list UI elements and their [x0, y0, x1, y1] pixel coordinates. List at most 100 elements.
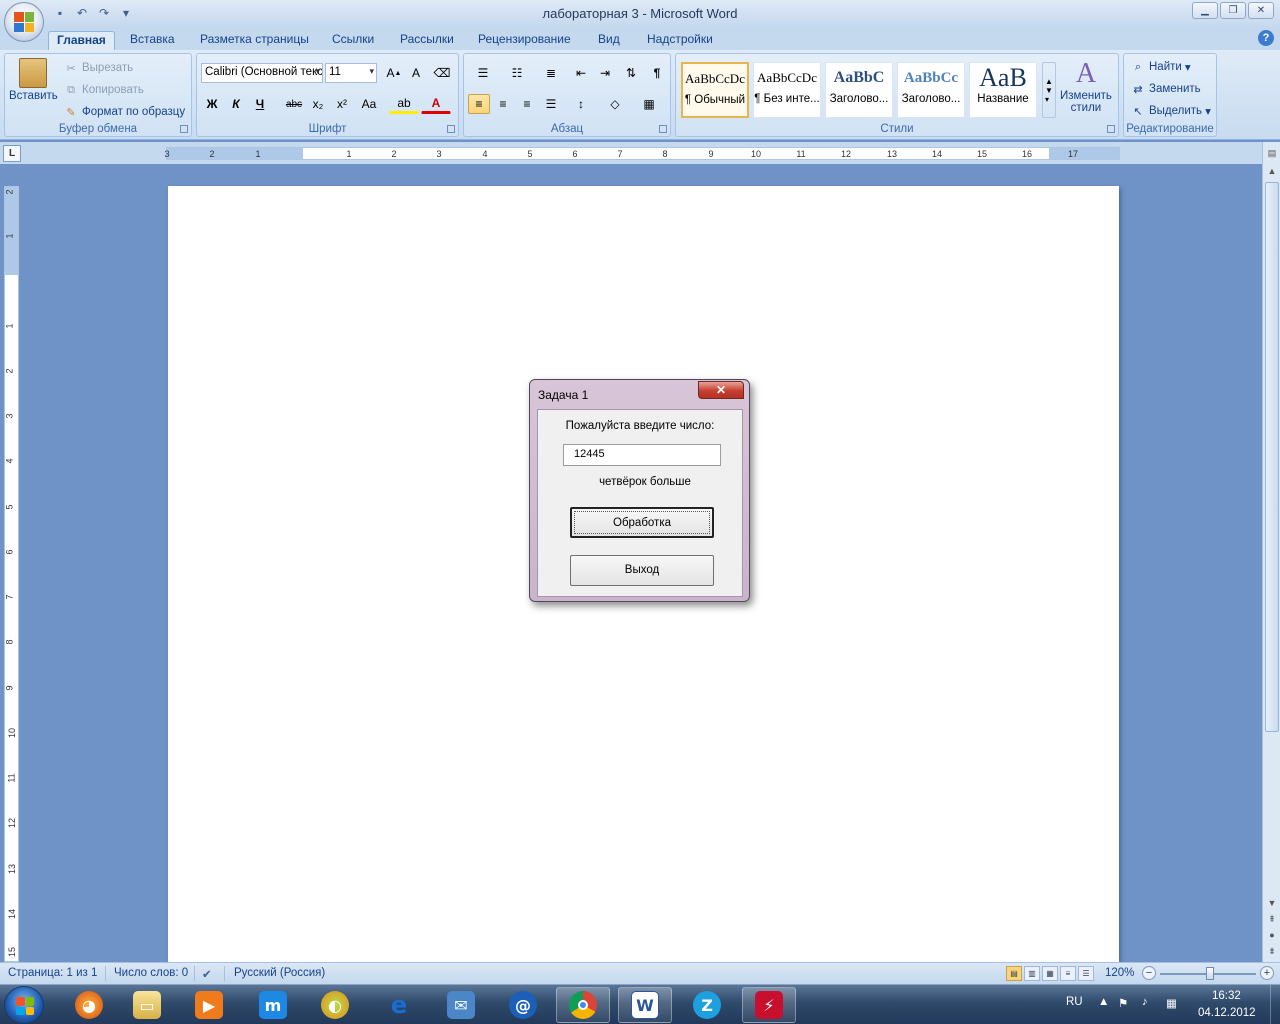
full-screen-reading-icon[interactable]: ▥ [1024, 966, 1040, 981]
taskbar-z-app[interactable]: Z [680, 987, 734, 1023]
show-desktop-button[interactable] [1270, 985, 1280, 1024]
style-normal[interactable]: AaBbCcDc ¶ Обычный [681, 62, 749, 118]
draft-icon[interactable]: ☰ [1078, 966, 1094, 981]
page-count[interactable]: Страница: 1 из 1 [8, 967, 97, 979]
bullets-icon[interactable]: ☰ [468, 63, 498, 83]
styles-launcher-icon[interactable] [1107, 125, 1115, 133]
find-button[interactable]: ⌕ Найти ▾ [1130, 59, 1191, 75]
styles-scroll-icon[interactable]: ▲ ▼ ▾ [1042, 62, 1056, 118]
clock-time[interactable]: 16:32 [1212, 990, 1241, 1002]
taskbar-media-player[interactable]: ▶ [182, 987, 236, 1023]
action-center-icon[interactable]: ⚑ [1118, 996, 1128, 1010]
taskbar-ie[interactable]: e [372, 987, 426, 1023]
word-count[interactable]: Число слов: 0 [114, 967, 188, 979]
clear-format-icon[interactable]: ⌫ [431, 63, 453, 83]
increase-indent-icon[interactable]: ⇥ [594, 63, 616, 83]
next-page-icon[interactable]: ⇟ [1265, 946, 1279, 960]
minimize-button[interactable]: ▁ [1192, 2, 1218, 19]
language-status[interactable]: Русский (Россия) [234, 967, 325, 979]
borders-icon[interactable]: ▦ [634, 94, 664, 114]
decrease-indent-icon[interactable]: ⇤ [570, 63, 592, 83]
zoom-level[interactable]: 120% [1105, 967, 1134, 979]
align-center-icon[interactable]: ≡ [492, 94, 514, 114]
copy-button[interactable]: ⧉ Копировать [63, 82, 144, 98]
input-language[interactable]: RU [1066, 996, 1083, 1008]
font-size-combo[interactable]: 11 [325, 63, 377, 83]
replace-button[interactable]: ⇄ Заменить [1130, 81, 1200, 97]
superscript-button[interactable]: x² [331, 94, 353, 114]
shading-icon[interactable]: ◇ [600, 94, 630, 114]
tray-expand-icon[interactable]: ▲ [1098, 996, 1109, 1008]
clipboard-launcher-icon[interactable] [180, 125, 188, 133]
zoom-out-icon[interactable]: − [1142, 966, 1156, 980]
taskbar-mail-ru[interactable]: @ [496, 987, 550, 1023]
font-launcher-icon[interactable] [447, 125, 455, 133]
tab-review[interactable]: Рецензирование [470, 31, 579, 50]
tab-mailings[interactable]: Рассылки [392, 31, 462, 50]
tab-references[interactable]: Ссылки [324, 31, 382, 50]
underline-button[interactable]: Ч [249, 94, 271, 114]
close-button[interactable]: ✕ [1248, 2, 1274, 19]
process-button[interactable]: Обработка [570, 507, 714, 538]
paste-button[interactable]: Вставить [9, 58, 58, 102]
vertical-ruler[interactable]: 2 1 1 2 3 4 5 6 7 8 9 10 11 12 13 14 15 [4, 186, 19, 962]
start-button[interactable] [4, 986, 44, 1024]
office-button[interactable] [4, 2, 44, 42]
font-color-icon[interactable]: A [421, 94, 451, 114]
volume-icon[interactable]: ♪ [1142, 996, 1148, 1008]
help-icon[interactable]: ? [1258, 30, 1274, 46]
style-title[interactable]: AaB Название [969, 62, 1037, 118]
zoom-in-icon[interactable]: + [1260, 966, 1274, 980]
select-button[interactable]: ↖ Выделить ▾ [1130, 103, 1210, 119]
change-styles-button[interactable]: A Изменить стили [1060, 58, 1112, 114]
outline-icon[interactable]: ≡ [1060, 966, 1076, 981]
highlight-icon[interactable]: ab [389, 94, 419, 114]
tab-page-layout[interactable]: Разметка страницы [192, 31, 317, 50]
format-painter-button[interactable]: ✎ Формат по образцу [63, 104, 185, 120]
style-heading1[interactable]: AaBbC Заголово... [825, 62, 893, 118]
tab-insert[interactable]: Вставка [122, 31, 183, 50]
tab-view[interactable]: Вид [590, 31, 628, 50]
font-name-combo[interactable]: Calibri (Основной текст) [201, 63, 323, 83]
spellcheck-icon[interactable]: ✔ [202, 967, 212, 981]
ruler-toggle-icon[interactable]: ▤ [1265, 148, 1279, 162]
cut-button[interactable]: ✂ Вырезать [63, 60, 133, 76]
scroll-down-icon[interactable]: ▼ [1265, 898, 1279, 912]
vertical-scrollbar[interactable]: ▤ ▲ ▼ ⇞ ● ⇟ [1262, 142, 1280, 964]
taskbar-mail[interactable]: ✉ [434, 987, 488, 1023]
align-left-icon[interactable]: ≡ [468, 94, 490, 114]
taskbar-explorer[interactable]: ▭ [120, 987, 174, 1023]
exit-button[interactable]: Выход [570, 555, 714, 586]
tab-home[interactable]: Главная [48, 31, 115, 50]
taskbar-acrobat[interactable]: ⚡ [742, 987, 796, 1023]
browse-object-icon[interactable]: ● [1265, 930, 1279, 944]
maximize-button[interactable]: ❐ [1220, 2, 1246, 19]
prev-page-icon[interactable]: ⇞ [1265, 914, 1279, 928]
strikethrough-button[interactable]: abc [283, 94, 305, 114]
show-marks-button[interactable]: ¶ [646, 63, 668, 83]
tab-addins[interactable]: Надстройки [639, 31, 721, 50]
align-right-icon[interactable]: ≡ [516, 94, 538, 114]
subscript-button[interactable]: x₂ [307, 94, 329, 114]
taskbar-firefox[interactable]: ◕ [62, 987, 116, 1023]
network-icon[interactable]: ▦ [1166, 996, 1177, 1010]
print-layout-icon[interactable]: ▤ [1006, 966, 1022, 981]
numbering-icon[interactable]: ☷ [502, 63, 532, 83]
scroll-up-icon[interactable]: ▲ [1265, 166, 1279, 180]
clock-date[interactable]: 04.12.2012 [1198, 1007, 1256, 1019]
dialog-close-button[interactable]: ✕ [698, 381, 744, 399]
taskbar-word[interactable]: W [618, 987, 672, 1023]
sort-icon[interactable]: ⇅ [620, 63, 642, 83]
line-spacing-icon[interactable]: ↕ [566, 94, 596, 114]
taskbar-messenger[interactable]: m [246, 987, 300, 1023]
style-no-spacing[interactable]: AaBbCcDc ¶ Без инте... [753, 62, 821, 118]
tab-selector[interactable]: L [3, 145, 21, 162]
justify-icon[interactable]: ☰ [540, 94, 562, 114]
change-case-button[interactable]: Aa [355, 94, 383, 114]
scroll-thumb[interactable] [1265, 182, 1279, 732]
italic-button[interactable]: К [225, 94, 247, 114]
number-input[interactable]: 12445 [563, 444, 721, 466]
multilevel-list-icon[interactable]: ≣ [536, 63, 566, 83]
bold-button[interactable]: Ж [201, 94, 223, 114]
style-heading2[interactable]: AaBbCc Заголово... [897, 62, 965, 118]
